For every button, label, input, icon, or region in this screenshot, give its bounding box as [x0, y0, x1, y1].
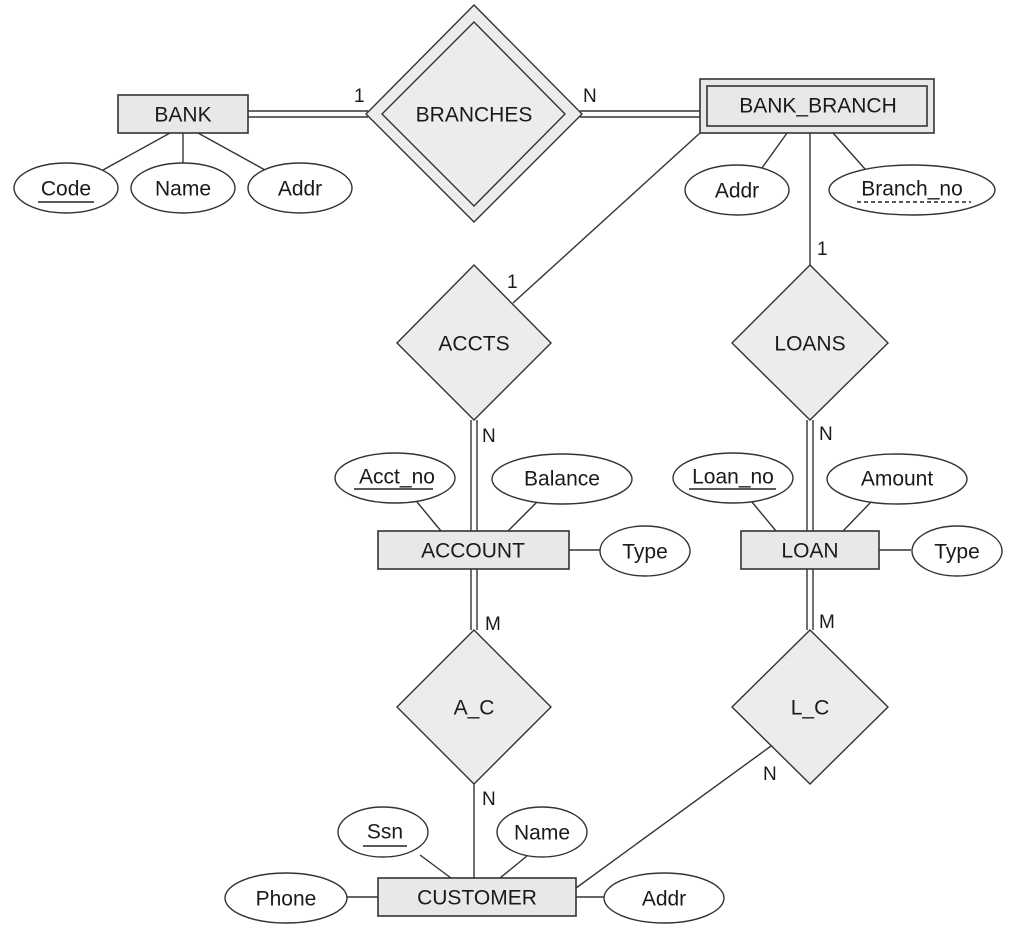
cardinality-accts-account: N	[482, 426, 496, 447]
loan-loanno-line	[751, 501, 777, 532]
attribute-loan-type[interactable]: Type	[911, 525, 1003, 577]
cardinality-bankbranch-accts: 1	[507, 272, 518, 293]
attribute-bank-code[interactable]: Code	[13, 162, 119, 214]
attribute-account-balance[interactable]: Balance	[491, 453, 633, 505]
attribute-customer-phone[interactable]: Phone	[224, 872, 348, 924]
attribute-customer-addr[interactable]: Addr	[603, 872, 725, 924]
relationship-label: LOANS	[774, 333, 845, 356]
entity-label: ACCOUNT	[421, 540, 525, 563]
cardinality-branches-bankbranch: N	[583, 86, 597, 107]
cardinality-bank-branches: 1	[354, 86, 365, 107]
bank-code-line	[102, 132, 171, 171]
attribute-account-acctno[interactable]: Acct_no	[334, 452, 456, 504]
attribute-account-type[interactable]: Type	[599, 525, 691, 577]
attribute-label: Ssn	[367, 821, 403, 844]
attribute-label: Addr	[642, 888, 686, 911]
cardinality-account-ac: M	[485, 614, 501, 635]
cardinality-loan-lc: M	[819, 612, 835, 633]
entity-bank-branch[interactable]: BANK_BRANCH	[699, 78, 935, 134]
bankbranch-addr-line	[761, 132, 788, 169]
attribute-label: Addr	[278, 178, 322, 201]
attribute-loan-amount[interactable]: Amount	[826, 453, 968, 505]
attribute-label: Name	[155, 178, 211, 201]
attribute-customer-name[interactable]: Name	[496, 806, 588, 858]
attribute-label: Code	[41, 178, 91, 201]
entity-customer[interactable]: CUSTOMER	[377, 877, 577, 917]
entity-account[interactable]: ACCOUNT	[377, 530, 570, 570]
attribute-label: Loan_no	[692, 466, 774, 489]
attribute-customer-ssn[interactable]: Ssn	[337, 806, 429, 858]
relationship-label: L_C	[791, 697, 830, 720]
cardinality-loans-loan: N	[819, 424, 833, 445]
entity-label: CUSTOMER	[417, 887, 537, 910]
customer-name-line	[499, 855, 528, 879]
bankbranch-accts-line	[512, 132, 701, 304]
attribute-bankbranch-addr[interactable]: Addr	[684, 164, 790, 216]
relationship-branches[interactable]: BRANCHES	[365, 4, 583, 223]
account-acctno-line	[416, 501, 442, 532]
relationship-l-c[interactable]: L_C	[731, 629, 889, 785]
connectors	[102, 110, 911, 898]
lc-customer-line	[575, 745, 772, 889]
cardinality-bankbranch-loans: 1	[817, 239, 828, 260]
relationship-accts[interactable]: ACCTS	[396, 264, 552, 421]
attribute-label: Name	[514, 822, 570, 845]
relationship-label: ACCTS	[438, 333, 509, 356]
attribute-loan-loanno[interactable]: Loan_no	[672, 452, 794, 504]
attribute-label: Phone	[256, 888, 317, 911]
cardinality-ac-customer: N	[482, 789, 496, 810]
attribute-bank-name[interactable]: Name	[130, 162, 236, 214]
attribute-label: Acct_no	[359, 466, 435, 489]
attribute-label: Branch_no	[861, 178, 963, 201]
attribute-label: Balance	[524, 468, 600, 491]
relationship-label: A_C	[454, 697, 495, 720]
bank-addr-line	[197, 132, 266, 171]
er-diagram: BANK BANK_BRANCH ACCOUNT LOAN CUSTOMER B…	[13, 4, 1003, 924]
customer-ssn-line	[419, 854, 452, 879]
entity-label: LOAN	[781, 540, 838, 563]
account-balance-line	[507, 501, 538, 532]
bankbranch-branchno-line	[832, 132, 866, 170]
attribute-bank-addr[interactable]: Addr	[247, 162, 353, 214]
relationship-label: BRANCHES	[416, 104, 533, 127]
entity-label: BANK_BRANCH	[739, 95, 897, 118]
relationship-loans[interactable]: LOANS	[731, 264, 889, 421]
attribute-label: Addr	[715, 180, 759, 203]
attribute-bankbranch-branchno[interactable]: Branch_no	[828, 164, 996, 216]
entity-loan[interactable]: LOAN	[740, 530, 880, 570]
attribute-label: Amount	[861, 468, 934, 491]
cardinality-lc-customer: N	[763, 764, 777, 785]
entity-bank[interactable]: BANK	[117, 94, 249, 134]
entity-label: BANK	[154, 104, 211, 127]
relationship-a-c[interactable]: A_C	[396, 629, 552, 785]
attribute-label: Type	[622, 541, 668, 564]
attribute-label: Type	[934, 541, 980, 564]
loan-amount-line	[842, 501, 872, 532]
